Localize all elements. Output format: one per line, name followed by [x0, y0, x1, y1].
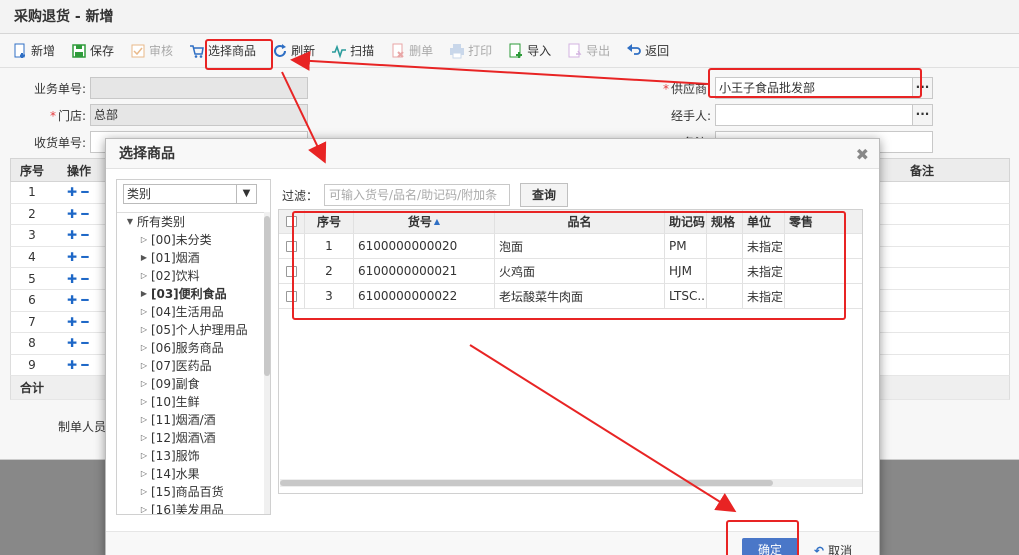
annotation-arrows: [281, 50, 737, 513]
